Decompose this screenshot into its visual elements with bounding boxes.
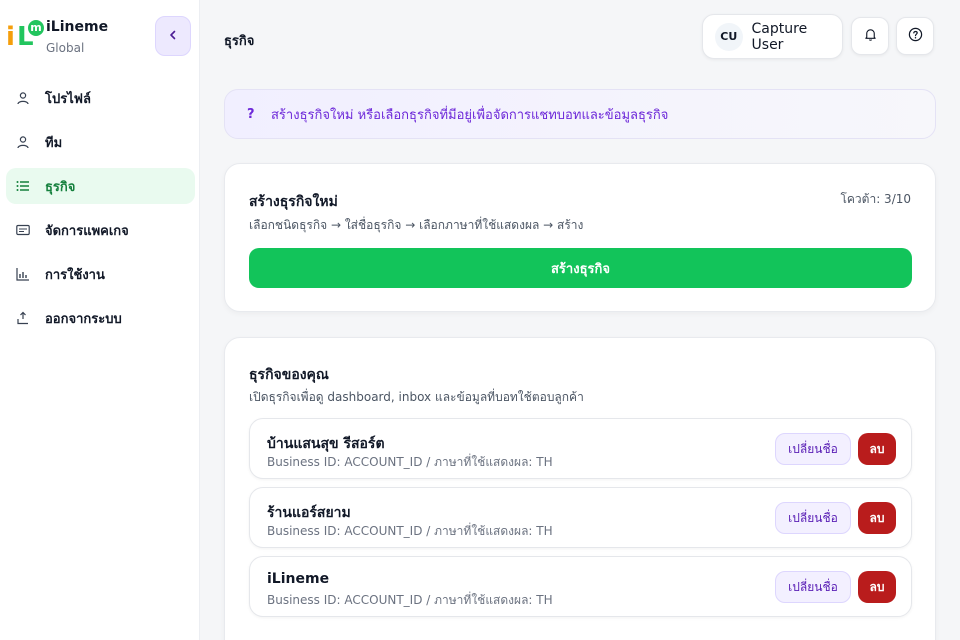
- info-banner: ? สร้างธุรกิจใหม่ หรือเลือกธุรกิจที่มีอย…: [224, 89, 936, 139]
- business-row[interactable]: ร้านแอร์สยาม Business ID: ACCOUNT_ID / ภ…: [249, 487, 912, 548]
- delete-button[interactable]: ลบ: [858, 571, 896, 603]
- sidebar-item-team[interactable]: ทีม: [6, 124, 195, 160]
- help-icon: [908, 27, 923, 46]
- notifications-button[interactable]: [851, 17, 889, 55]
- sidebar-item-business[interactable]: ธุรกิจ: [6, 168, 195, 204]
- avatar: CU: [715, 22, 743, 51]
- top-header: ธุรกิจ CU Capture User: [200, 0, 960, 74]
- create-business-title: สร้างธุรกิจใหม่: [249, 194, 338, 210]
- user-icon: [16, 135, 30, 149]
- card-icon: [16, 223, 30, 237]
- business-row[interactable]: บ้านแสนสุข รีสอร์ต Business ID: ACCOUNT_…: [249, 418, 912, 479]
- sidebar: i L m iLineme Global โปรไฟล์ ทีม ธุรกิจ …: [0, 0, 200, 640]
- business-name: บ้านแสนสุข รีสอร์ต: [267, 436, 385, 452]
- brand-logo: i L m: [6, 18, 44, 52]
- bell-icon: [863, 27, 878, 46]
- logout-icon: [16, 311, 30, 325]
- chevron-left-icon: [168, 28, 178, 44]
- sidebar-item-label: โปรไฟล์: [45, 91, 91, 107]
- business-row[interactable]: iLineme Business ID: ACCOUNT_ID / ภาษาที…: [249, 556, 912, 617]
- bar-chart-icon: [16, 267, 30, 281]
- rename-button[interactable]: เปลี่ยนชื่อ: [775, 502, 851, 534]
- info-banner-text: สร้างธุรกิจใหม่ หรือเลือกธุรกิจที่มีอยู่…: [271, 107, 669, 123]
- user-name: Capture User: [751, 20, 808, 53]
- brand-region: Global: [46, 41, 85, 55]
- quota-label: โควต้า: 3/10: [840, 192, 911, 206]
- page-title: ธุรกิจ: [224, 34, 255, 49]
- brand[interactable]: i L m iLineme Global: [6, 18, 108, 56]
- business-meta: Business ID: ACCOUNT_ID / ภาษาที่ใช้แสดง…: [267, 593, 553, 607]
- sidebar-item-usage[interactable]: การใช้งาน: [6, 256, 195, 292]
- business-list-subtitle: เปิดธุรกิจเพื่อดู dashboard, inbox และข้…: [249, 390, 584, 404]
- business-list-title: ธุรกิจของคุณ: [249, 367, 329, 383]
- business-meta: Business ID: ACCOUNT_ID / ภาษาที่ใช้แสดง…: [267, 455, 553, 469]
- rename-button[interactable]: เปลี่ยนชื่อ: [775, 433, 851, 465]
- list-icon: [16, 179, 30, 193]
- create-business-steps: เลือกชนิดธุรกิจ → ใส่ชื่อธุรกิจ → เลือกภ…: [249, 218, 584, 232]
- sidebar-item-label: การใช้งาน: [45, 267, 105, 283]
- collapse-sidebar-button[interactable]: [155, 16, 191, 56]
- question-icon: ?: [247, 106, 255, 122]
- user-menu-button[interactable]: CU Capture User: [702, 14, 843, 59]
- business-name: ร้านแอร์สยาม: [267, 505, 351, 521]
- sidebar-item-packages[interactable]: จัดการแพคเกจ: [6, 212, 195, 248]
- delete-button[interactable]: ลบ: [858, 433, 896, 465]
- business-name: iLineme: [267, 571, 330, 587]
- sidebar-item-profile[interactable]: โปรไฟล์: [6, 80, 195, 116]
- help-button[interactable]: [896, 17, 934, 55]
- business-meta: Business ID: ACCOUNT_ID / ภาษาที่ใช้แสดง…: [267, 524, 553, 538]
- sidebar-item-label: ธุรกิจ: [45, 179, 76, 195]
- sidebar-item-label: ทีม: [45, 135, 63, 151]
- sidebar-nav: โปรไฟล์ ทีม ธุรกิจ จัดการแพคเกจ การใช้งา…: [6, 80, 195, 344]
- delete-button[interactable]: ลบ: [858, 502, 896, 534]
- rename-button[interactable]: เปลี่ยนชื่อ: [775, 571, 851, 603]
- brand-name: iLineme: [46, 19, 109, 35]
- create-business-card: สร้างธุรกิจใหม่ โควต้า: 3/10 เลือกชนิดธุ…: [224, 163, 936, 312]
- user-icon: [16, 91, 30, 105]
- business-list-card: ธุรกิจของคุณ เปิดธุรกิจเพื่อดู dashboard…: [224, 337, 936, 640]
- sidebar-item-logout[interactable]: ออกจากระบบ: [6, 300, 195, 336]
- create-business-button[interactable]: สร้างธุรกิจ: [249, 248, 912, 288]
- sidebar-item-label: จัดการแพคเกจ: [45, 223, 129, 239]
- sidebar-item-label: ออกจากระบบ: [45, 311, 122, 327]
